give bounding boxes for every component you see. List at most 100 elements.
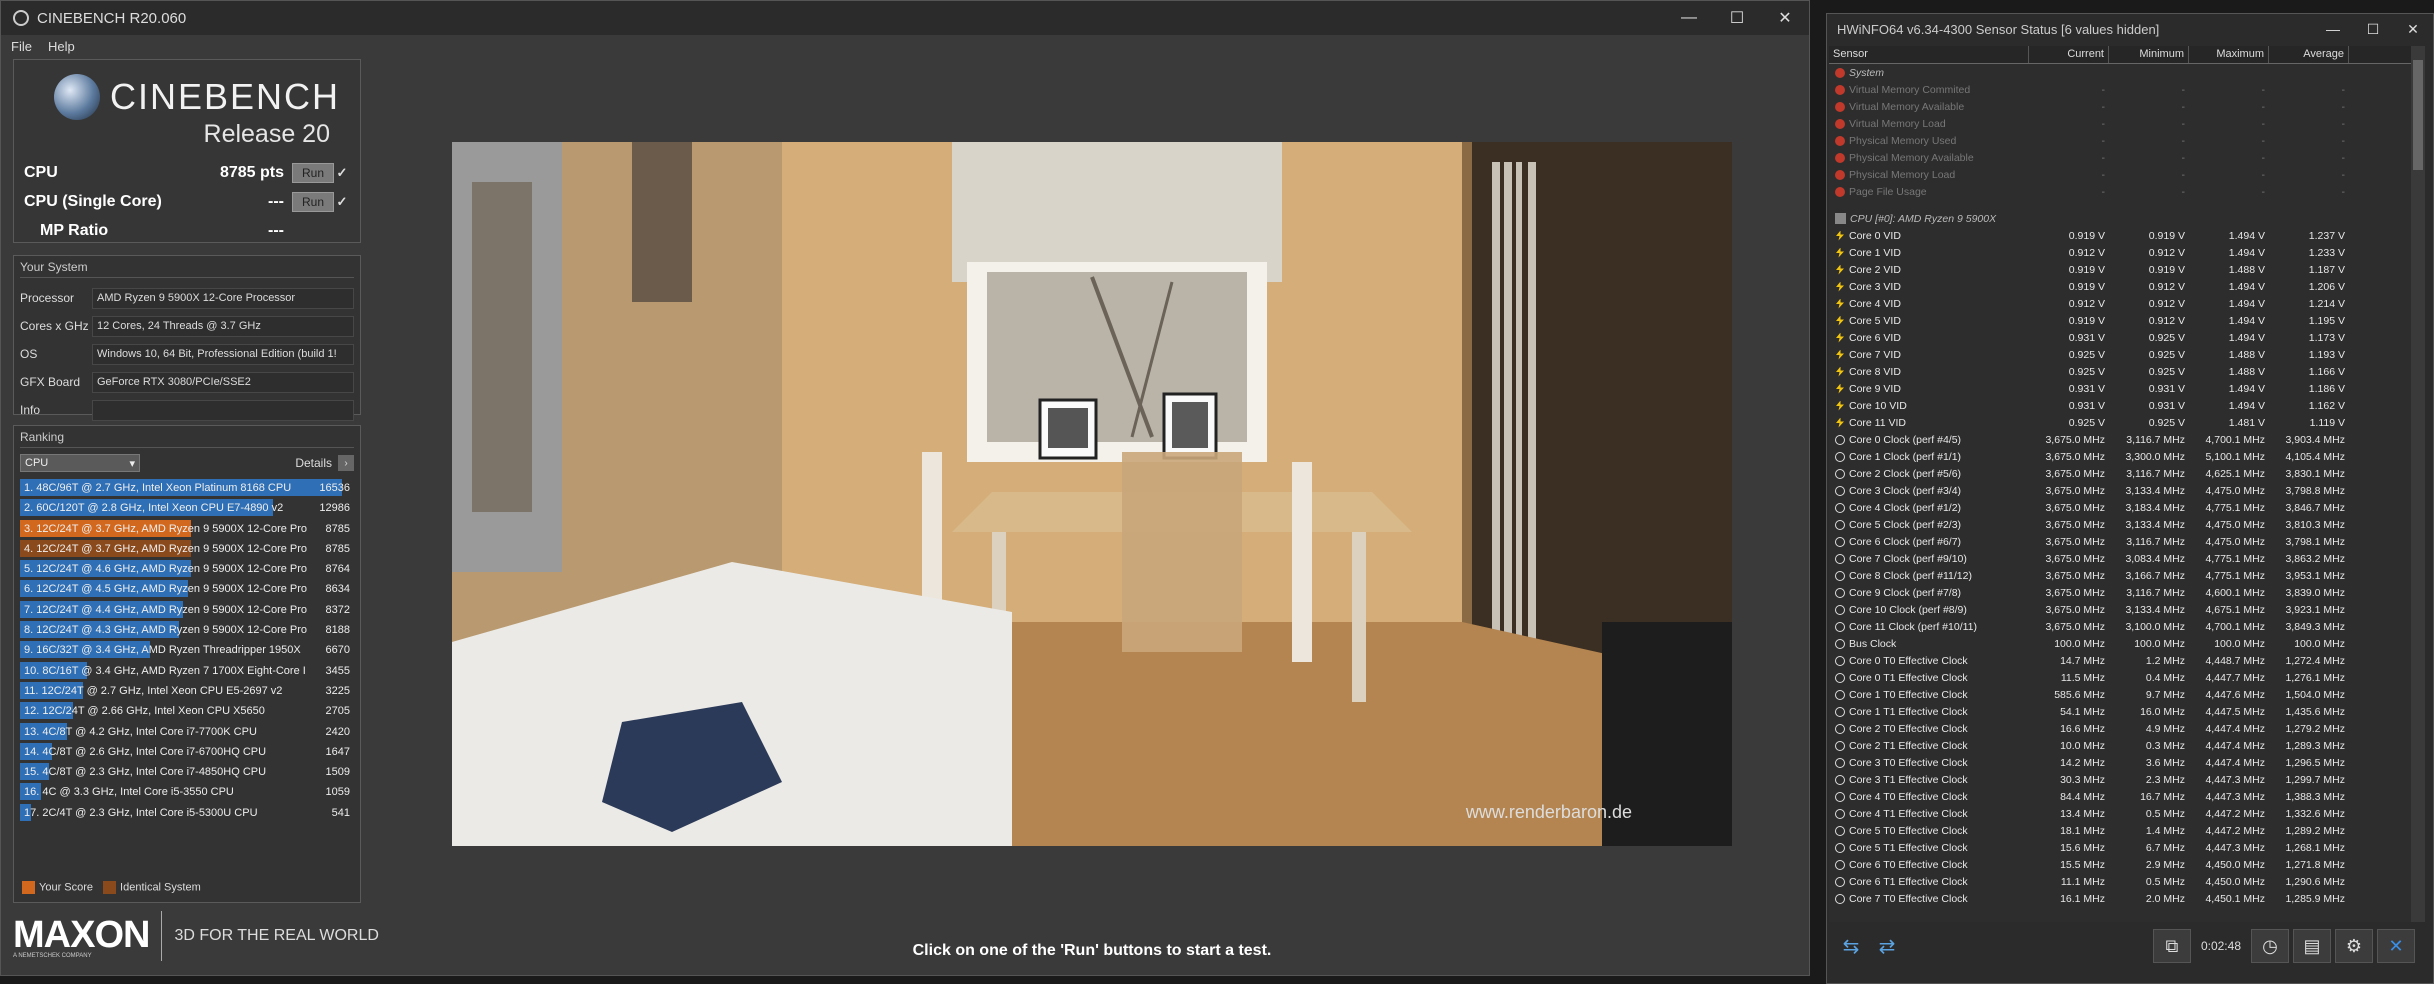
sensor-row[interactable]: CPU [#0]: AMD Ryzen 9 5900X bbox=[1829, 210, 2417, 227]
ranking-item[interactable]: 2. 60C/120T @ 2.8 GHz, Intel Xeon CPU E7… bbox=[20, 498, 354, 518]
sensor-row[interactable]: Core 11 VID 0.925 V 0.925 V 1.481 V 1.119 V bbox=[1829, 414, 2417, 431]
sensor-scrollbar[interactable] bbox=[2411, 46, 2425, 922]
sensor-row[interactable]: Core 4 Clock (perf #1/2) 3,675.0 MHz 3,183… bbox=[1829, 499, 2417, 516]
sensor-row[interactable]: Core 3 T0 Effective Clock 14.2 MHz 3.6 MHz… bbox=[1829, 754, 2417, 771]
sensor-row[interactable]: Core 1 T0 Effective Clock 585.6 MHz 9.7 MH… bbox=[1829, 686, 2417, 703]
sensor-row[interactable]: Core 3 T1 Effective Clock 30.3 MHz 2.3 MHz… bbox=[1829, 771, 2417, 788]
report-icon[interactable]: ▤ bbox=[2293, 929, 2331, 963]
sensor-row[interactable]: Core 6 T0 Effective Clock 15.5 MHz 2.9 MHz… bbox=[1829, 856, 2417, 873]
sensor-row[interactable]: Physical Memory Load - - - - bbox=[1829, 166, 2417, 183]
sensor-row[interactable]: Core 6 T1 Effective Clock 11.1 MHz 0.5 MHz… bbox=[1829, 873, 2417, 890]
ranking-item[interactable]: 10. 8C/16T @ 3.4 GHz, AMD Ryzen 7 1700X … bbox=[20, 661, 354, 681]
maximize-icon[interactable]: ☐ bbox=[2353, 14, 2393, 44]
menu-file[interactable]: File bbox=[11, 39, 32, 54]
sensor-row[interactable]: Core 0 T0 Effective Clock 14.7 MHz 1.2 MHz… bbox=[1829, 652, 2417, 669]
ranking-item[interactable]: 13. 4C/8T @ 4.2 GHz, Intel Core i7-7700K… bbox=[20, 722, 354, 742]
ranking-item[interactable]: 5. 12C/24T @ 4.6 GHz, AMD Ryzen 9 5900X … bbox=[20, 559, 354, 579]
sensor-row[interactable]: Core 2 T0 Effective Clock 16.6 MHz 4.9 MHz… bbox=[1829, 720, 2417, 737]
details-button[interactable]: Details › bbox=[295, 455, 354, 471]
sensor-row[interactable]: Core 2 Clock (perf #5/6) 3,675.0 MHz 3,116… bbox=[1829, 465, 2417, 482]
sensor-row[interactable]: Core 3 Clock (perf #3/4) 3,675.0 MHz 3,133… bbox=[1829, 482, 2417, 499]
sensor-row[interactable]: Core 7 Clock (perf #9/10) 3,675.0 MHz 3,08… bbox=[1829, 550, 2417, 567]
maximize-icon[interactable]: ☐ bbox=[1713, 1, 1761, 35]
ranking-item[interactable]: 11. 12C/24T @ 2.7 GHz, Intel Xeon CPU E5… bbox=[20, 681, 354, 701]
close-x-icon[interactable]: ✕ bbox=[2377, 929, 2415, 963]
sensor-row[interactable]: Core 2 VID 0.919 V 0.919 V 1.488 V 1.187 V bbox=[1829, 261, 2417, 278]
system-value-field[interactable]: AMD Ryzen 9 5900X 12-Core Processor bbox=[92, 287, 354, 309]
sensor-row[interactable]: Core 3 VID 0.919 V 0.912 V 1.494 V 1.206 V bbox=[1829, 278, 2417, 295]
sensor-row[interactable]: Core 4 T0 Effective Clock 84.4 MHz 16.7 MH… bbox=[1829, 788, 2417, 805]
sensor-average: 100.0 MHz bbox=[2294, 637, 2345, 650]
check-icon[interactable]: ✓ bbox=[334, 194, 350, 210]
ranking-item-score: 3455 bbox=[325, 664, 350, 677]
sensor-row[interactable]: Core 9 Clock (perf #7/8) 3,675.0 MHz 3,116… bbox=[1829, 584, 2417, 601]
network-icon[interactable]: ⧉ bbox=[2152, 929, 2191, 963]
col-minimum[interactable]: Minimum bbox=[2109, 46, 2189, 63]
check-icon[interactable]: ✓ bbox=[334, 165, 350, 181]
ranking-item[interactable]: 3. 12C/24T @ 3.7 GHz, AMD Ryzen 9 5900X … bbox=[20, 519, 354, 539]
sensor-row[interactable]: Physical Memory Used - - - - bbox=[1829, 132, 2417, 149]
sensor-row[interactable]: Core 1 VID 0.912 V 0.912 V 1.494 V 1.233 V bbox=[1829, 244, 2417, 261]
sensor-row[interactable]: Virtual Memory Load - - - - bbox=[1829, 115, 2417, 132]
sensor-row[interactable]: Core 8 VID 0.925 V 0.925 V 1.488 V 1.166 V bbox=[1829, 363, 2417, 380]
menu-help[interactable]: Help bbox=[48, 39, 75, 54]
sensor-row[interactable]: Core 5 VID 0.919 V 0.912 V 1.494 V 1.195 V bbox=[1829, 312, 2417, 329]
sensor-row[interactable]: Core 7 VID 0.925 V 0.925 V 1.488 V 1.193 V bbox=[1829, 346, 2417, 363]
sensor-row[interactable]: System bbox=[1829, 64, 2417, 81]
ranking-select[interactable]: CPU ▾ bbox=[20, 454, 140, 472]
ranking-item[interactable]: 9. 16C/32T @ 3.4 GHz, AMD Ryzen Threadri… bbox=[20, 640, 354, 660]
clock-icon[interactable]: ◷ bbox=[2251, 929, 2289, 963]
sensor-row[interactable]: Physical Memory Available - - - - bbox=[1829, 149, 2417, 166]
sensor-row[interactable]: Core 0 Clock (perf #4/5) 3,675.0 MHz 3,116… bbox=[1829, 431, 2417, 448]
sensor-row[interactable]: Core 5 Clock (perf #2/3) 3,675.0 MHz 3,133… bbox=[1829, 516, 2417, 533]
ranking-item[interactable]: 4. 12C/24T @ 3.7 GHz, AMD Ryzen 9 5900X … bbox=[20, 539, 354, 559]
system-value-field[interactable] bbox=[92, 399, 354, 421]
sensor-row[interactable]: Core 7 T0 Effective Clock 16.1 MHz 2.0 MHz… bbox=[1829, 890, 2417, 907]
close-icon[interactable]: ✕ bbox=[2393, 14, 2433, 44]
sensor-row[interactable]: Core 8 Clock (perf #11/12) 3,675.0 MHz 3,1… bbox=[1829, 567, 2417, 584]
sensor-row[interactable]: Core 2 T1 Effective Clock 10.0 MHz 0.3 MHz… bbox=[1829, 737, 2417, 754]
system-value-field[interactable]: 12 Cores, 24 Threads @ 3.7 GHz bbox=[92, 315, 354, 337]
sensor-row[interactable]: Virtual Memory Available - - - - bbox=[1829, 98, 2417, 115]
ranking-item[interactable]: 1. 48C/96T @ 2.7 GHz, Intel Xeon Platinu… bbox=[20, 478, 354, 498]
sensor-row[interactable]: Core 9 VID 0.931 V 0.931 V 1.494 V 1.186 V bbox=[1829, 380, 2417, 397]
ranking-item[interactable]: 15. 4C/8T @ 2.3 GHz, Intel Core i7-4850H… bbox=[20, 762, 354, 782]
ranking-item[interactable]: 16. 4C @ 3.3 GHz, Intel Core i5-3550 CPU… bbox=[20, 782, 354, 802]
sensor-row[interactable]: Bus Clock 100.0 MHz 100.0 MHz 100.0 MHz 100.… bbox=[1829, 635, 2417, 652]
ranking-item[interactable]: 17. 2C/4T @ 2.3 GHz, Intel Core i5-5300U… bbox=[20, 803, 354, 823]
col-current[interactable]: Current bbox=[2029, 46, 2109, 63]
ranking-item[interactable]: 6. 12C/24T @ 4.5 GHz, AMD Ryzen 9 5900X … bbox=[20, 579, 354, 599]
system-value-field[interactable]: Windows 10, 64 Bit, Professional Edition… bbox=[92, 343, 354, 365]
gear-icon[interactable]: ⚙ bbox=[2335, 929, 2373, 963]
col-sensor[interactable]: Sensor bbox=[1829, 46, 2029, 63]
sensor-row[interactable]: Core 6 Clock (perf #6/7) 3,675.0 MHz 3,116… bbox=[1829, 533, 2417, 550]
sensor-row[interactable]: Core 6 VID 0.931 V 0.925 V 1.494 V 1.173 V bbox=[1829, 329, 2417, 346]
sensor-row[interactable]: Core 0 T1 Effective Clock 11.5 MHz 0.4 MHz… bbox=[1829, 669, 2417, 686]
sensor-row[interactable]: Core 1 T1 Effective Clock 54.1 MHz 16.0 MH… bbox=[1829, 703, 2417, 720]
sensor-row[interactable]: Core 0 VID 0.919 V 0.919 V 1.494 V 1.237 V bbox=[1829, 227, 2417, 244]
ranking-item[interactable]: 14. 4C/8T @ 2.6 GHz, Intel Core i7-6700H… bbox=[20, 742, 354, 762]
sensor-row[interactable]: Page File Usage - - - - bbox=[1829, 183, 2417, 200]
sensor-row[interactable]: Core 4 T1 Effective Clock 13.4 MHz 0.5 MHz… bbox=[1829, 805, 2417, 822]
sensor-row[interactable]: Core 4 VID 0.912 V 0.912 V 1.494 V 1.214 V bbox=[1829, 295, 2417, 312]
arrows-left-right-icon[interactable]: ⇆ bbox=[1833, 931, 1869, 961]
sensor-row[interactable]: Core 10 VID 0.931 V 0.931 V 1.494 V 1.162 V bbox=[1829, 397, 2417, 414]
minimize-icon[interactable]: — bbox=[2313, 14, 2353, 44]
system-value-field[interactable]: GeForce RTX 3080/PCIe/SSE2 bbox=[92, 371, 354, 393]
sensor-row[interactable]: Core 1 Clock (perf #1/1) 3,675.0 MHz 3,300… bbox=[1829, 448, 2417, 465]
arrows-collapse-icon[interactable]: ⇄ bbox=[1869, 931, 1905, 961]
run-single-core-button[interactable]: Run bbox=[292, 191, 334, 212]
close-icon[interactable]: ✕ bbox=[1761, 1, 1809, 35]
minimize-icon[interactable]: — bbox=[1665, 1, 1713, 35]
sensor-row[interactable]: Core 5 T1 Effective Clock 15.6 MHz 6.7 MHz… bbox=[1829, 839, 2417, 856]
run-cpu-button[interactable]: Run bbox=[292, 162, 334, 183]
ranking-item[interactable]: 12. 12C/24T @ 2.66 GHz, Intel Xeon CPU X… bbox=[20, 701, 354, 721]
col-average[interactable]: Average bbox=[2269, 46, 2349, 63]
sensor-row[interactable]: Core 10 Clock (perf #8/9) 3,675.0 MHz 3,13… bbox=[1829, 601, 2417, 618]
sensor-row[interactable]: Core 5 T0 Effective Clock 18.1 MHz 1.4 MHz… bbox=[1829, 822, 2417, 839]
ranking-item[interactable]: 8. 12C/24T @ 4.3 GHz, AMD Ryzen 9 5900X … bbox=[20, 620, 354, 640]
sensor-row[interactable]: Core 11 Clock (perf #10/11) 3,675.0 MHz 3,… bbox=[1829, 618, 2417, 635]
sensor-row[interactable]: Virtual Memory Commited - - - - bbox=[1829, 81, 2417, 98]
ranking-item[interactable]: 7. 12C/24T @ 4.4 GHz, AMD Ryzen 9 5900X … bbox=[20, 600, 354, 620]
col-maximum[interactable]: Maximum bbox=[2189, 46, 2269, 63]
